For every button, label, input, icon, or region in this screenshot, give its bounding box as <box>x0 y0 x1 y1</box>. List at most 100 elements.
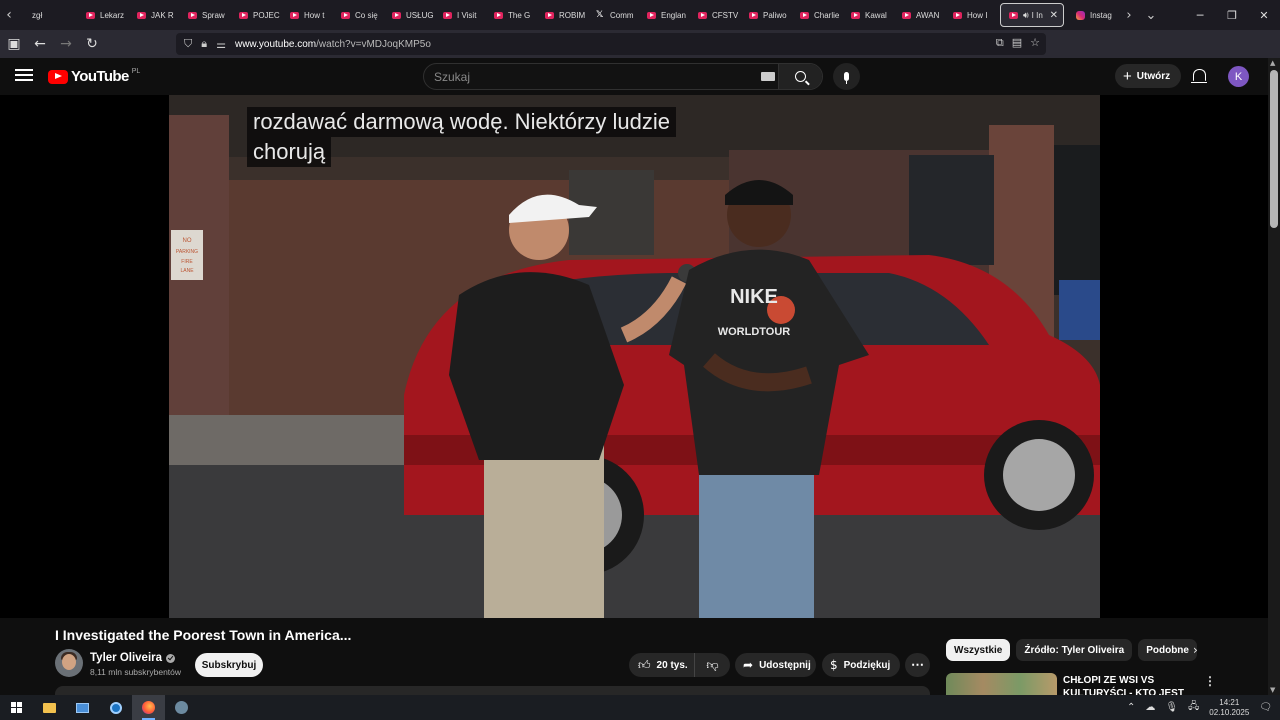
chip-all[interactable]: Wszystkie <box>946 639 1011 661</box>
list-all-tabs-icon[interactable]: ⌄ <box>1140 8 1162 23</box>
channel-name-link[interactable]: Tyler Oliveira <box>90 652 176 664</box>
bookmark-star-icon[interactable]: ☆ <box>1030 36 1040 50</box>
browser-tab[interactable]: 𝕏 Comm <box>588 0 639 30</box>
thanks-button[interactable]: $ Podziękuj <box>822 653 900 677</box>
caption-line-2: chorują <box>247 137 332 167</box>
start-button[interactable] <box>0 695 33 720</box>
permissions-icon[interactable]: ⚌ <box>216 38 226 51</box>
youtube-icon <box>290 11 299 19</box>
recommended-menu-icon[interactable]: ⋮ <box>1204 674 1216 688</box>
microphone-tray-icon[interactable]: 🎙︎ <box>1165 702 1178 713</box>
onedrive-cloud-icon[interactable]: ☁ <box>1145 702 1155 713</box>
share-button[interactable]: ➦ Udostępnij <box>735 653 816 677</box>
like-button[interactable]: 👍︎ 20 tys. <box>629 653 695 677</box>
chip-from-channel[interactable]: Źródło: Tyler Oliveira <box>1016 639 1133 661</box>
browser-tab[interactable]: Spraw <box>180 0 231 30</box>
shield-icon[interactable]: ⛉ <box>184 37 192 51</box>
guide-menu-icon[interactable] <box>15 66 33 84</box>
browser-tab[interactable]: I Visit <box>435 0 486 30</box>
page-scrollbar[interactable]: ▲ ▼ <box>1268 58 1280 695</box>
close-window-icon[interactable]: ✕ <box>1248 9 1280 22</box>
scrollbar-thumb[interactable] <box>1270 70 1278 228</box>
more-actions-button[interactable]: ⋯ <box>905 653 930 677</box>
browser-tab[interactable]: POJEC <box>231 0 282 30</box>
browser-tab[interactable]: Kawal <box>843 0 894 30</box>
tab-overview-icon[interactable]: ▣ <box>2 36 26 52</box>
create-button[interactable]: + Utwórz <box>1115 64 1181 88</box>
shirt-text-worldtour: WORLDTOUR <box>718 326 791 338</box>
active-browser-tab[interactable]: 🔊︎ I In ✕ <box>1000 3 1064 27</box>
window-controls: ─ ❐ ✕ <box>1184 0 1280 30</box>
browser-tab[interactable]: How t <box>282 0 333 30</box>
browser-tab[interactable]: How I <box>945 0 996 30</box>
steam-button[interactable] <box>99 695 132 720</box>
tab-label: Charlie <box>814 10 840 20</box>
back-icon[interactable]: ← <box>28 36 52 52</box>
scroll-up-icon[interactable]: ▲ <box>1270 59 1275 67</box>
close-tab-icon[interactable]: ✕ <box>1050 10 1058 21</box>
keyboard-icon[interactable] <box>761 72 775 81</box>
browser-tab[interactable]: Paliwo <box>741 0 792 30</box>
restore-icon[interactable]: ❐ <box>1216 9 1248 22</box>
subscribe-button[interactable]: Subskrybuj <box>195 653 263 677</box>
firefox-button[interactable] <box>132 695 165 720</box>
video-player[interactable]: NO PARKING FIRE LANE NIKE WORLDTOUR rozd… <box>169 95 1100 618</box>
browser-tab[interactable]: Charlie <box>792 0 843 30</box>
file-explorer-button[interactable] <box>33 695 66 720</box>
dislike-button[interactable]: 👎︎ <box>695 658 730 673</box>
chip-related[interactable]: Podobne <box>1138 639 1197 661</box>
scroll-tabs-left-icon[interactable]: ‹ <box>0 7 18 23</box>
country-code: PL <box>131 68 141 75</box>
youtube-logo[interactable]: YouTube PL <box>48 68 140 85</box>
voice-search-button[interactable] <box>833 63 860 90</box>
audio-playing-icon[interactable]: 🔊︎ <box>1023 10 1029 21</box>
description-box[interactable] <box>55 686 930 695</box>
browser-tab[interactable]: The G <box>486 0 537 30</box>
lock-icon[interactable]: 🔒︎ <box>201 37 207 51</box>
browser-tab[interactable]: CFSTV <box>690 0 741 30</box>
scroll-tabs-right-icon[interactable]: › <box>1118 8 1140 23</box>
scroll-down-icon[interactable]: ▼ <box>1270 686 1275 694</box>
tab-label: How t <box>304 10 325 20</box>
address-bar[interactable]: ⛉ 🔒︎ ⚌ www.youtube.com/watch?v=vMDJoqKMP… <box>176 33 1046 55</box>
minimize-icon[interactable]: ─ <box>1184 9 1216 22</box>
browser-tab[interactable]: AWAN <box>894 0 945 30</box>
steam-icon <box>109 701 122 714</box>
tab-label: Paliwo <box>763 10 787 20</box>
recommended-thumbnail[interactable] <box>946 673 1057 695</box>
share-arrow-icon: ➦ <box>743 658 754 672</box>
browser-tab[interactable]: ROBIM <box>537 0 588 30</box>
browser-tab[interactable]: zgł <box>18 0 78 30</box>
clock[interactable]: 14:21 02.10.2025 <box>1209 698 1249 718</box>
search-button[interactable] <box>778 64 822 89</box>
forward-icon[interactable]: → <box>54 36 78 52</box>
browser-tab[interactable]: Englan <box>639 0 690 30</box>
show-hidden-icons-icon[interactable]: ⌃ <box>1127 702 1135 713</box>
create-label: Utwórz <box>1136 70 1171 82</box>
account-avatar[interactable]: K <box>1228 66 1249 87</box>
notifications-icon[interactable]: 🗨︎ <box>1259 702 1272 713</box>
picture-in-picture-icon[interactable]: ⧉ <box>996 36 1004 50</box>
clock-time: 14:21 <box>1219 697 1240 707</box>
game-app-button[interactable] <box>165 695 198 720</box>
sign-fire: FIRE <box>181 259 193 265</box>
browser-tab[interactable]: USŁUG <box>384 0 435 30</box>
more-horizontal-icon: ⋯ <box>911 657 924 672</box>
clock-date: 02.10.2025 <box>1209 707 1250 717</box>
reload-icon[interactable]: ↻ <box>80 36 104 52</box>
browser-tab[interactable]: Instag <box>1068 0 1118 30</box>
youtube-icon <box>137 11 146 19</box>
chips-next-icon[interactable]: › <box>1193 643 1198 657</box>
remote-desktop-button[interactable] <box>66 695 99 720</box>
notifications-bell-icon[interactable] <box>1191 69 1207 83</box>
browser-tab[interactable]: Co się <box>333 0 384 30</box>
browser-tab[interactable]: Lekarz <box>78 0 129 30</box>
channel-avatar[interactable] <box>55 649 83 677</box>
recommended-title[interactable]: CHŁOPI ZE WSI VS KULTURYŚCI - KTO JEST <box>1063 674 1193 695</box>
network-icon[interactable]: 🖧︎ <box>1188 699 1199 716</box>
search-input[interactable] <box>424 69 744 84</box>
reader-view-icon[interactable]: ▤ <box>1012 36 1022 50</box>
youtube-icon <box>800 11 809 19</box>
browser-tab[interactable]: JAK R <box>129 0 180 30</box>
tab-list: zgł Lekarz JAK R Spraw POJEC How t Co się USŁUG… <box>18 0 1118 30</box>
